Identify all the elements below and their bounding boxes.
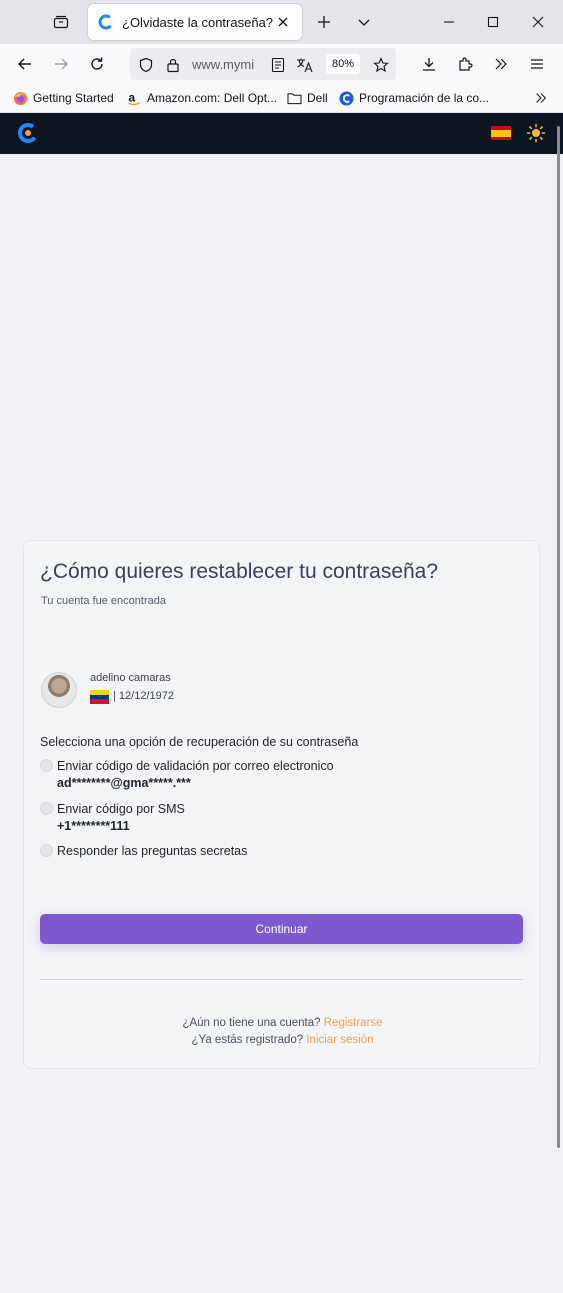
translate-icon[interactable]: [296, 56, 314, 74]
browser-nav-bar: www.mymi 80%: [0, 44, 563, 84]
close-tab-icon[interactable]: [274, 13, 292, 31]
registered-text: ¿Ya estás registrado?: [191, 1034, 304, 1046]
spain-flag-language-icon[interactable]: [491, 126, 511, 140]
avatar: [41, 672, 77, 708]
bookmark-amazon[interactable]: a Amazon.com: Dell Opt...: [126, 89, 277, 107]
divider: [40, 979, 523, 980]
svg-text:a: a: [128, 91, 135, 104]
site-header: [0, 113, 563, 154]
star-bookmark-icon[interactable]: [372, 56, 390, 74]
login-link[interactable]: Iniciar sesión: [306, 1034, 373, 1046]
page-subtitle: Tu cuenta fue encontrada: [41, 595, 166, 607]
bookmark-programacion[interactable]: Programación de la co...: [338, 89, 489, 107]
zoom-level-badge[interactable]: 80%: [326, 54, 360, 74]
bookmarks-bar: Getting Started a Amazon.com: Dell Opt..…: [0, 84, 563, 113]
register-link[interactable]: Registrarse: [324, 1017, 383, 1029]
option-label: Responder las preguntas secretas: [57, 844, 248, 858]
reload-icon[interactable]: [81, 48, 113, 80]
user-birthdate: | 12/12/1972: [113, 690, 174, 702]
radio-email[interactable]: [40, 759, 53, 772]
download-icon[interactable]: [413, 48, 445, 80]
shield-icon[interactable]: [137, 56, 155, 74]
option-email[interactable]: Enviar código de validación por correo e…: [40, 758, 334, 792]
tab-title: ¿Olvidaste la contraseña?: [122, 14, 274, 30]
radio-sms[interactable]: [40, 802, 53, 815]
bookmark-label: Dell: [307, 91, 328, 105]
no-account-text: ¿Aún no tiene una cuenta?: [182, 1017, 321, 1029]
sun-theme-icon[interactable]: [526, 123, 546, 143]
bookmark-getting-started[interactable]: Getting Started: [12, 89, 114, 107]
bookmark-label: Getting Started: [33, 91, 114, 105]
bookmark-folder-dell[interactable]: Dell: [286, 89, 328, 107]
page-scrollbar[interactable]: [557, 126, 560, 1148]
url-bar[interactable]: www.mymi 80%: [130, 48, 396, 80]
tab-list-icon[interactable]: [44, 6, 78, 38]
hamburger-menu-icon[interactable]: [521, 48, 553, 80]
reader-view-icon[interactable]: [269, 56, 287, 74]
minimize-icon[interactable]: [429, 6, 469, 38]
option-detail: +1********111: [57, 819, 130, 833]
forward-arrow-icon[interactable]: [45, 48, 77, 80]
recovery-options-heading: Selecciona una opción de recuperación de…: [40, 735, 359, 749]
folder-icon: [286, 90, 302, 106]
site-c-icon: [338, 90, 354, 106]
option-secret-questions[interactable]: Responder las preguntas secretas: [40, 843, 247, 860]
page-title: ¿Cómo quieres restablecer tu contraseña?: [40, 560, 439, 583]
venezuela-flag-icon: [90, 690, 109, 704]
bookmarks-overflow-icon[interactable]: [534, 89, 548, 107]
user-name: adelino camaras: [90, 672, 171, 684]
close-window-icon[interactable]: [518, 6, 558, 38]
bookmark-label: Amazon.com: Dell Opt...: [147, 91, 278, 105]
bookmark-label: Programación de la co...: [359, 91, 490, 105]
site-favicon-icon: [98, 14, 114, 30]
radio-secret-questions[interactable]: [40, 844, 53, 857]
firefox-icon: [12, 90, 28, 106]
back-arrow-icon[interactable]: [9, 48, 41, 80]
url-text[interactable]: www.mymi: [192, 57, 262, 72]
option-label: Enviar código por SMS: [57, 802, 185, 816]
overflow-chevrons-icon[interactable]: [485, 48, 517, 80]
browser-tab-strip: ¿Olvidaste la contraseña?: [0, 0, 563, 44]
extensions-icon[interactable]: [449, 48, 481, 80]
register-prompt: ¿Aún no tiene una cuenta? Registrarse: [24, 1017, 541, 1029]
chevron-down-icon[interactable]: [350, 8, 378, 36]
option-label: Enviar código de validación por correo e…: [57, 759, 334, 773]
login-prompt: ¿Ya estás registrado? Iniciar sesión: [24, 1034, 541, 1046]
active-tab[interactable]: ¿Olvidaste la contraseña?: [88, 4, 302, 40]
amazon-icon: a: [126, 90, 142, 106]
maximize-icon[interactable]: [473, 6, 513, 38]
site-logo-icon[interactable]: [16, 121, 40, 145]
option-detail: ad********@gma*****.***: [57, 776, 191, 790]
continue-button[interactable]: Continuar: [40, 914, 523, 944]
lock-icon[interactable]: [164, 56, 182, 74]
new-tab-icon[interactable]: [310, 8, 338, 36]
option-sms[interactable]: Enviar código por SMS +1********111: [40, 801, 185, 835]
password-recovery-card: ¿Cómo quieres restablecer tu contraseña?…: [23, 540, 540, 1069]
